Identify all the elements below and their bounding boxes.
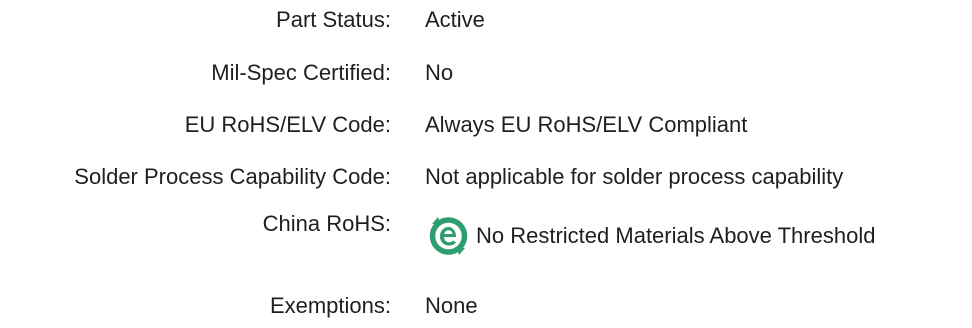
eu-rohs-label: EU RoHS/ELV Code: bbox=[184, 112, 391, 137]
attribute-row-solder-process: Solder Process Capability Code: Not appl… bbox=[0, 159, 972, 195]
china-rohs-value-text: No Restricted Materials Above Threshold bbox=[476, 222, 876, 248]
attribute-row-part-status: Part Status: Active bbox=[0, 2, 972, 38]
attribute-row-mil-spec: Mil-Spec Certified: No bbox=[0, 55, 972, 91]
mil-spec-label: Mil-Spec Certified: bbox=[211, 60, 391, 85]
attribute-row-china-rohs: China RoHS: No Restricted Materials Abov… bbox=[0, 206, 972, 255]
solder-process-label: Solder Process Capability Code: bbox=[74, 164, 391, 189]
china-rohs-value: No Restricted Materials Above Threshold bbox=[427, 214, 875, 257]
attribute-row-eu-rohs: EU RoHS/ELV Code: Always EU RoHS/ELV Com… bbox=[0, 107, 972, 143]
part-status-label: Part Status: bbox=[276, 7, 391, 32]
exemptions-value: None bbox=[425, 293, 478, 318]
solder-process-value: Not applicable for solder process capabi… bbox=[425, 164, 844, 189]
eu-rohs-value: Always EU RoHS/ELV Compliant bbox=[425, 112, 748, 137]
attribute-row-exemptions: Exemptions: None bbox=[0, 288, 972, 324]
mil-spec-value: No bbox=[425, 60, 454, 85]
china-rohs-label: China RoHS: bbox=[262, 211, 391, 236]
part-status-value: Active bbox=[425, 7, 485, 32]
exemptions-label: Exemptions: bbox=[269, 293, 391, 318]
china-rohs-e-icon bbox=[427, 214, 470, 257]
